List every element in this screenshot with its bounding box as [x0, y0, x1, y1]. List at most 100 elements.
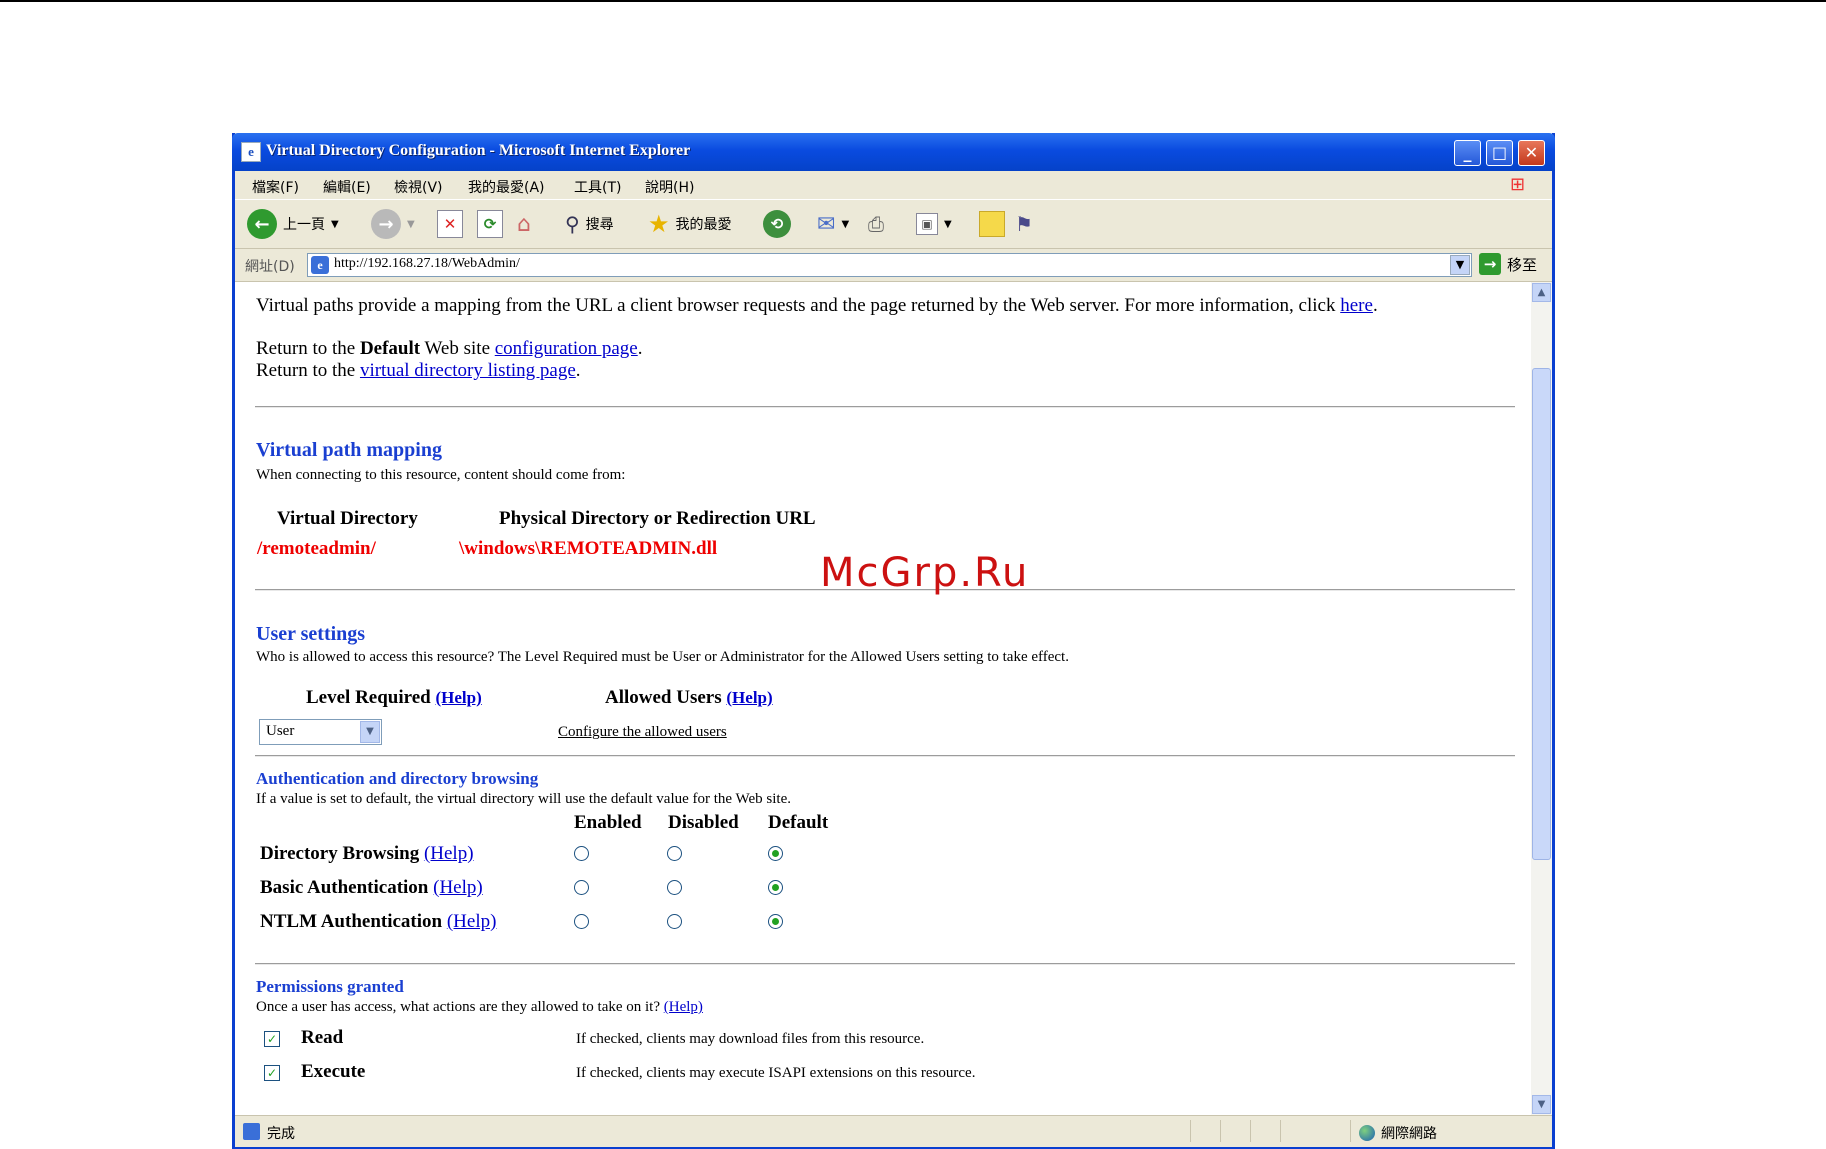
- printer-icon: ⎙: [868, 212, 884, 236]
- research-button[interactable]: ⚑: [1015, 208, 1033, 240]
- address-label: 網址(D): [245, 259, 295, 275]
- forward-button[interactable]: → ▼: [371, 208, 415, 240]
- menu-favorites[interactable]: 我的最愛(A): [468, 177, 545, 197]
- star-icon: ★: [648, 210, 670, 238]
- scroll-up-icon[interactable]: ▲: [1532, 283, 1551, 302]
- chevron-down-icon[interactable]: ▼: [360, 721, 380, 743]
- directory-browsing-help-link[interactable]: (Help): [424, 843, 474, 864]
- basic-auth-help-link[interactable]: (Help): [433, 877, 483, 898]
- return1-bold: Default: [359, 338, 421, 359]
- intro-paragraph: Virtual paths provide a mapping from the…: [256, 295, 1378, 317]
- vertical-scrollbar[interactable]: ▲ ▼: [1531, 282, 1552, 1115]
- print-button[interactable]: ⎙: [868, 208, 884, 240]
- favorites-button[interactable]: ★ 我的最愛: [648, 208, 732, 240]
- watermark: McGrp.Ru: [820, 550, 1030, 596]
- read-checkbox[interactable]: ✓: [264, 1031, 280, 1047]
- back-button[interactable]: ← 上一頁 ▼: [247, 208, 339, 240]
- vpm-heading: Virtual path mapping: [256, 439, 442, 461]
- go-arrow-icon: →: [1479, 253, 1501, 275]
- auth-heading: Authentication and directory browsing: [256, 769, 539, 788]
- ie-page-icon: e: [241, 142, 261, 162]
- basic-auth-label: Basic Authentication: [260, 877, 429, 898]
- intro-here-link[interactable]: here: [1340, 295, 1373, 316]
- return-listing-line: Return to the virtual directory listing …: [256, 360, 581, 382]
- menu-tools[interactable]: 工具(T): [574, 177, 621, 197]
- divider: [255, 755, 1515, 757]
- permissions-help-link[interactable]: (Help): [664, 999, 703, 1015]
- menu-view[interactable]: 檢視(V): [394, 177, 443, 197]
- globe-icon: [1359, 1125, 1375, 1141]
- return2-prefix: Return to the: [256, 360, 360, 381]
- enabled-header: Enabled: [574, 812, 642, 833]
- page-status-icon: [243, 1123, 260, 1140]
- go-button[interactable]: → 移至: [1479, 253, 1537, 275]
- toolbar: ← 上一頁 ▼ → ▼ ✕ ⟳ ⌂ ⚲ 搜尋 ★ 我的最愛 ⟲ ✉ ▼ ⎙ ▣ …: [235, 200, 1552, 249]
- refresh-icon: ⟳: [477, 210, 503, 238]
- return1-period: .: [637, 338, 643, 359]
- mail-button[interactable]: ✉ ▼: [817, 208, 849, 240]
- ntlm-auth-disabled-radio[interactable]: [667, 914, 682, 929]
- permissions-heading: Permissions granted: [256, 977, 404, 996]
- ntlm-auth-default-radio[interactable]: [768, 914, 783, 929]
- listing-page-link[interactable]: virtual directory listing page: [360, 360, 576, 381]
- physical-directory-header: Physical Directory or Redirection URL: [499, 508, 816, 529]
- level-required-value: User: [266, 723, 295, 739]
- divider: [255, 963, 1515, 965]
- directory-browsing-disabled-radio[interactable]: [667, 846, 682, 861]
- execute-checkbox[interactable]: ✓: [264, 1065, 280, 1081]
- search-button[interactable]: ⚲ 搜尋: [565, 208, 614, 240]
- directory-browsing-default-radio[interactable]: [768, 846, 783, 861]
- allowed-help-link[interactable]: (Help): [726, 688, 772, 707]
- discuss-button[interactable]: [979, 208, 1005, 240]
- history-button[interactable]: ⟲: [763, 208, 791, 240]
- ntlm-auth-label: NTLM Authentication: [260, 911, 443, 932]
- scroll-thumb[interactable]: [1532, 368, 1551, 860]
- intro-text: Virtual paths provide a mapping from the…: [256, 295, 1341, 316]
- search-icon: ⚲: [565, 212, 580, 236]
- menu-help[interactable]: 說明(H): [645, 177, 694, 197]
- read-label: Read: [301, 1027, 344, 1048]
- configuration-page-link[interactable]: configuration page: [495, 338, 638, 359]
- close-button[interactable]: ✕: [1518, 140, 1545, 166]
- status-divider: [1350, 1120, 1351, 1142]
- status-divider: [1280, 1120, 1281, 1142]
- basic-auth-row: Basic Authentication (Help): [260, 877, 483, 899]
- scroll-down-icon[interactable]: ▼: [1532, 1095, 1551, 1114]
- level-required-text: Level Required: [306, 687, 431, 708]
- level-help-link[interactable]: (Help): [435, 688, 481, 707]
- address-dropdown-icon[interactable]: ▼: [1450, 255, 1470, 275]
- auth-subtitle: If a value is set to default, the virtua…: [256, 791, 792, 807]
- edit-button[interactable]: ▣ ▼: [916, 208, 952, 240]
- home-button[interactable]: ⌂: [517, 208, 531, 240]
- directory-browsing-label: Directory Browsing: [260, 843, 420, 864]
- ntlm-auth-help-link[interactable]: (Help): [447, 911, 497, 932]
- directory-browsing-row: Directory Browsing (Help): [260, 843, 474, 865]
- user-settings-heading: User settings: [256, 623, 366, 645]
- user-settings-subtitle: Who is allowed to access this resource? …: [256, 649, 1069, 665]
- execute-description: If checked, clients may execute ISAPI ex…: [576, 1065, 976, 1081]
- status-text: 完成: [267, 1126, 295, 1142]
- address-box[interactable]: e ▼: [307, 253, 1472, 277]
- menu-file[interactable]: 檔案(F): [252, 177, 299, 197]
- menu-edit[interactable]: 編輯(E): [323, 177, 371, 197]
- basic-auth-disabled-radio[interactable]: [667, 880, 682, 895]
- basic-auth-enabled-radio[interactable]: [574, 880, 589, 895]
- page-icon: e: [311, 256, 329, 274]
- stop-button[interactable]: ✕: [437, 208, 463, 240]
- research-icon: ⚑: [1015, 212, 1033, 236]
- maximize-button[interactable]: □: [1486, 140, 1513, 166]
- address-input[interactable]: [334, 256, 1434, 272]
- search-label: 搜尋: [585, 217, 614, 233]
- status-bar: 完成 網際網路: [235, 1115, 1552, 1147]
- basic-auth-default-radio[interactable]: [768, 880, 783, 895]
- minimize-button[interactable]: _: [1454, 140, 1481, 166]
- refresh-button[interactable]: ⟳: [477, 208, 503, 240]
- configure-allowed-users-link[interactable]: Configure the allowed users: [558, 724, 727, 741]
- forward-dropdown-icon: ▼: [407, 218, 415, 230]
- title-bar[interactable]: e Virtual Directory Configuration - Micr…: [232, 133, 1555, 171]
- ntlm-auth-enabled-radio[interactable]: [574, 914, 589, 929]
- zone-label: 網際網路: [1381, 1126, 1437, 1142]
- directory-browsing-enabled-radio[interactable]: [574, 846, 589, 861]
- status-divider: [1250, 1120, 1251, 1142]
- level-required-select[interactable]: User ▼: [259, 719, 382, 745]
